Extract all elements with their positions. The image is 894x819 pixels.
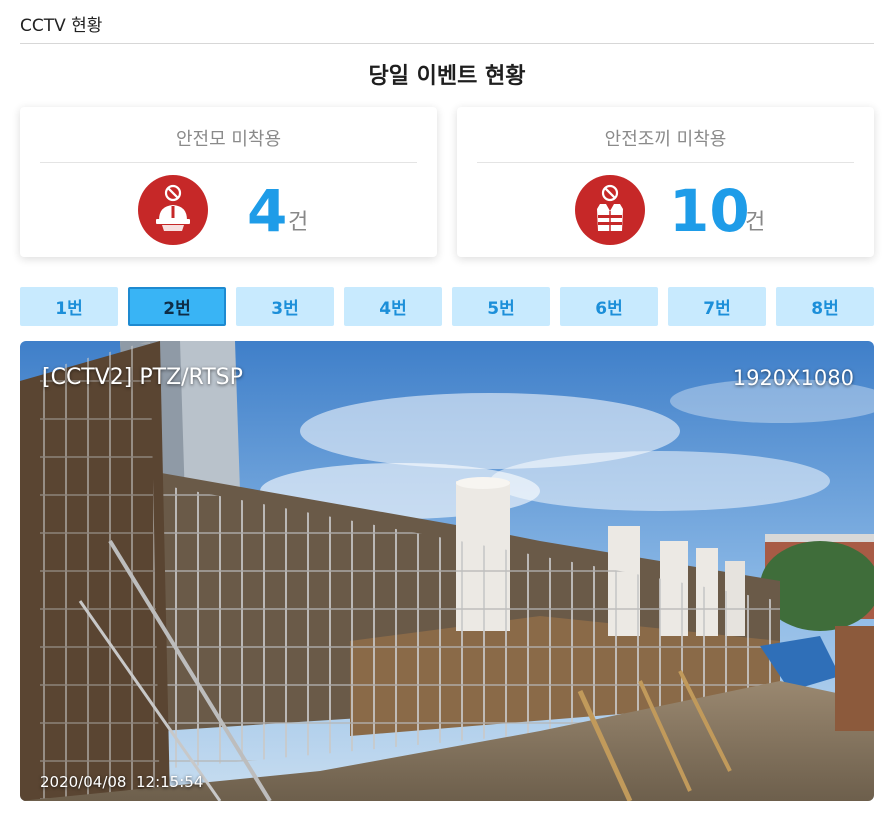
vest-count-unit: 건 (745, 210, 766, 235)
vest-prohibited-icon (575, 175, 645, 245)
camera-timestamp: 2020/04/08 12:15:54 (40, 773, 204, 791)
card-divider (477, 162, 854, 163)
vest-event-count: 10 (669, 177, 750, 245)
helmet-event-card: 안전모 미착용 4 건 (20, 107, 437, 257)
camera-tab-6[interactable]: 6번 (560, 287, 658, 326)
card-divider (40, 162, 417, 163)
camera-tab-1[interactable]: 1번 (20, 287, 118, 326)
camera-resolution: 1920X1080 (732, 366, 854, 390)
vest-card-title: 안전조끼 미착용 (604, 129, 727, 150)
section-title: CCTV 현황 (20, 16, 103, 36)
camera-tab-8[interactable]: 8번 (776, 287, 874, 326)
vest-event-card: 안전조끼 미착용 10 건 (457, 107, 874, 257)
panel-title: 당일 이벤트 현황 (368, 64, 526, 89)
helmet-count-unit: 건 (288, 210, 309, 235)
cctv-video-viewer[interactable]: [CCTV2] PTZ/RTSP 1920X1080 2020/04/08 12… (20, 341, 874, 801)
camera-tab-4[interactable]: 4번 (344, 287, 442, 326)
helmet-card-title: 안전모 미착용 (175, 129, 282, 150)
camera-tab-7[interactable]: 7번 (668, 287, 766, 326)
helmet-prohibited-icon (138, 175, 208, 245)
camera-tab-2[interactable]: 2번 (128, 287, 226, 326)
camera-tabs: 1번 2번 3번 4번 5번 6번 7번 8번 (20, 287, 874, 326)
cctv-frame-image (20, 341, 874, 801)
camera-label: [CCTV2] PTZ/RTSP (42, 365, 243, 390)
helmet-event-count: 4 (247, 177, 288, 245)
camera-tab-3[interactable]: 3번 (236, 287, 334, 326)
camera-tab-5[interactable]: 5번 (452, 287, 550, 326)
section-header: CCTV 현황 (20, 0, 874, 44)
